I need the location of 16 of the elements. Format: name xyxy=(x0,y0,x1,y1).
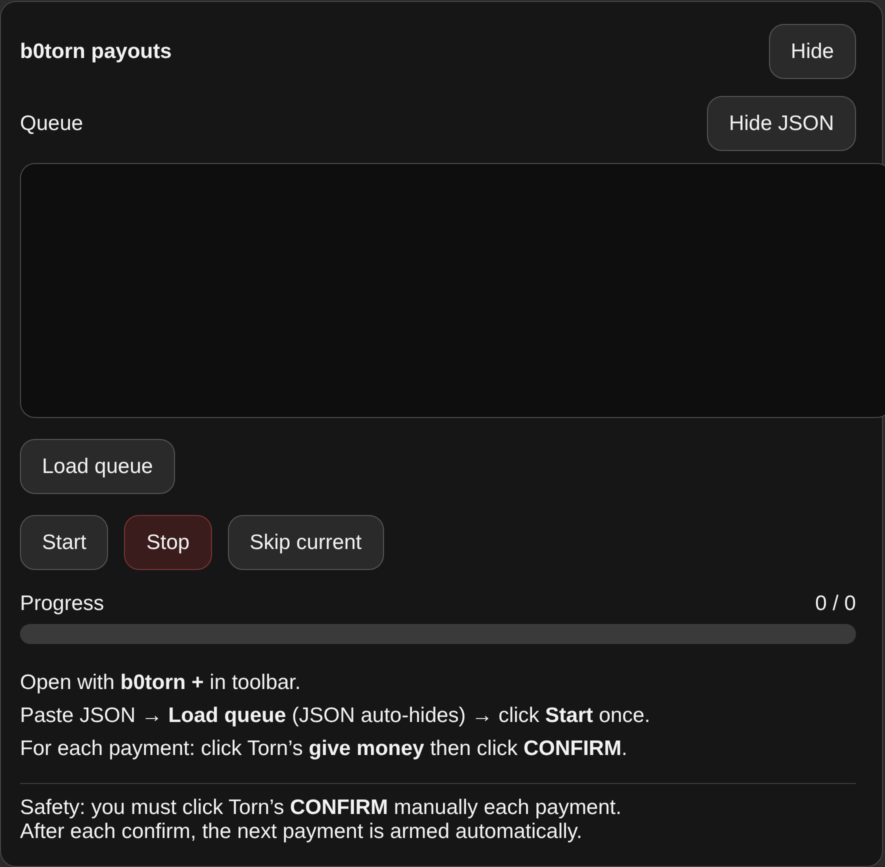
instruction-text: Paste JSON → Load queue (JSON auto-hides) → click Start once. xyxy=(20,703,652,729)
safety-note: After each confirm, the next payment is armed automatically. xyxy=(20,820,584,844)
control-button[interactable]: Skip current xyxy=(228,515,384,570)
load-queue-button[interactable]: Load queue xyxy=(20,439,175,494)
hide-json-button[interactable]: Hide JSON xyxy=(706,96,856,151)
json-input-field[interactable] xyxy=(20,163,885,418)
instruction-text: For each payment: click Torn’s give money then click CONFIRM. xyxy=(20,736,628,762)
queue-label: Queue xyxy=(20,112,84,136)
safety-note: Safety: you must click Torn’s CONFIRM manually each payment. xyxy=(20,796,622,820)
control-button[interactable]: Stop xyxy=(124,515,212,570)
control-button[interactable]: Start xyxy=(20,515,108,570)
panel-title: b0torn payouts xyxy=(20,40,172,64)
instruction-text: Open with b0torn + in toolbar. xyxy=(20,670,302,696)
hide-button[interactable]: Hide xyxy=(768,24,856,79)
progress-label: Progress xyxy=(20,592,104,616)
progress-reading: 0 / 0 xyxy=(815,592,856,616)
